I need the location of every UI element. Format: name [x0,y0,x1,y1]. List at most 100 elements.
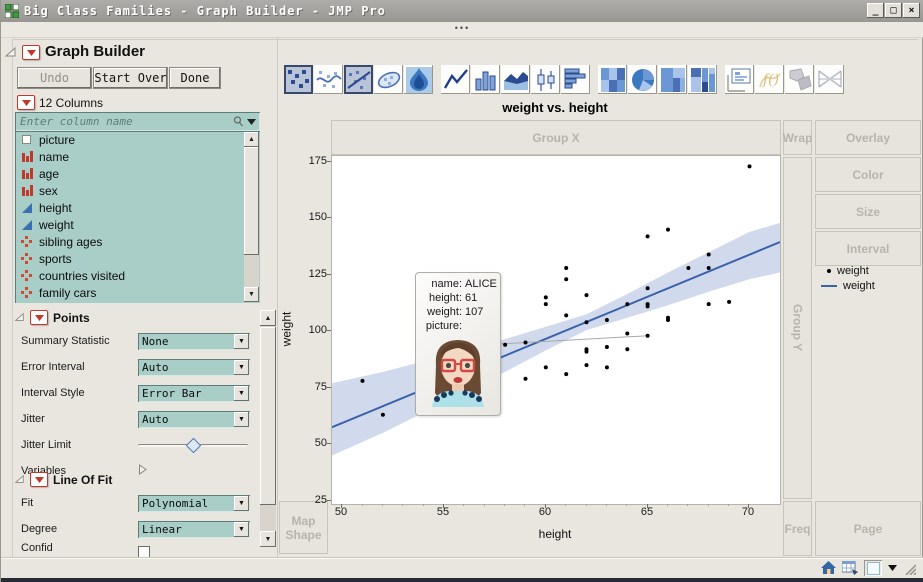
drop-zone-color[interactable]: Color [815,157,921,192]
data-point[interactable] [645,304,650,309]
data-point[interactable] [564,313,569,318]
combo-dropdown-icon[interactable]: ▼ [234,359,249,375]
box-plot-element-icon[interactable] [531,65,560,94]
degree-select[interactable]: Linear ▼ [138,520,250,538]
drop-zone-group-y[interactable]: Group Y [783,157,812,499]
histogram-element-icon[interactable] [561,65,590,94]
line-element-icon[interactable] [441,65,470,94]
formula-element-icon[interactable]: f() [755,65,784,94]
variables-disclosure-icon[interactable] [138,462,147,480]
panel-scroll-down-icon[interactable]: ▼ [260,531,276,547]
column-scroll-thumb[interactable] [244,147,259,255]
fit-disclosure-icon[interactable] [14,474,25,485]
drop-zone-page[interactable]: Page [815,501,921,556]
data-point[interactable] [706,252,711,257]
combo-dropdown-icon[interactable]: ▼ [234,495,249,511]
data-point[interactable] [604,365,609,370]
data-point[interactable] [584,363,589,368]
data-point[interactable] [584,320,589,325]
panel-scroll-thumb[interactable] [260,327,276,505]
combo-dropdown-icon[interactable]: ▼ [234,521,249,537]
area-element-icon[interactable] [501,65,530,94]
data-point[interactable] [584,349,589,354]
column-item-picture[interactable]: picture [15,131,260,148]
column-item-countries-visited[interactable]: countries visited [15,267,260,284]
drop-zone-map-shape[interactable]: Map Shape [279,501,328,554]
data-point[interactable] [543,365,548,370]
column-list[interactable]: picture name age sex height weight sibling age… [15,131,260,303]
data-point[interactable] [727,299,732,304]
report-disclosure-icon[interactable] [4,46,17,59]
line-of-fit-menu-button[interactable] [30,472,48,487]
data-point[interactable] [604,345,609,349]
column-search-input[interactable]: Enter column name [15,115,233,128]
column-item-family-cars[interactable]: family cars [15,284,260,301]
data-point[interactable] [666,227,670,232]
plot-area[interactable] [331,155,781,505]
data-point[interactable] [503,342,508,347]
data-point[interactable] [523,340,528,345]
smoother-element-icon[interactable] [314,65,343,94]
done-button[interactable]: Done [170,68,220,88]
maximize-button[interactable]: □ [885,3,902,18]
data-point[interactable] [604,318,609,322]
line-of-fit-element-icon[interactable] [344,65,373,94]
heatmap-element-icon[interactable] [598,65,627,94]
graph-builder-menu-button[interactable] [22,45,40,60]
undo-button[interactable]: Undo [18,68,91,88]
scroll-down-icon[interactable]: ▼ [244,287,259,302]
column-item-name[interactable]: name [15,148,260,165]
error-interval-select[interactable]: Auto ▼ [138,358,250,376]
fit-select[interactable]: Polynomial ▼ [138,494,250,512]
confidence-checkbox[interactable] [138,546,150,557]
data-point[interactable] [645,333,650,338]
close-button[interactable]: × [903,3,920,18]
drop-zone-overlay[interactable]: Overlay [815,120,921,155]
jitter-limit-slider[interactable] [138,437,248,454]
data-point[interactable] [380,412,385,417]
column-item-age[interactable]: age [15,165,260,182]
toolbar-grip[interactable]: ••• [1,22,923,38]
pie-element-icon[interactable] [628,65,657,94]
mosaic-element-icon[interactable] [688,65,717,94]
panel-scroll-up-icon[interactable]: ▲ [260,310,276,326]
data-point[interactable] [666,318,670,322]
ellipse-element-icon[interactable] [374,65,403,94]
columns-menu-button[interactable] [17,95,35,110]
drop-zone-group-x[interactable]: Group X [331,120,781,155]
column-search-box[interactable]: Enter column name [15,112,260,131]
data-point[interactable] [564,277,569,282]
drop-zone-interval[interactable]: Interval [815,231,921,266]
scroll-up-icon[interactable]: ▲ [244,132,259,147]
column-item-height[interactable]: height [15,199,260,216]
data-point[interactable] [564,266,569,270]
search-dropdown-icon[interactable] [247,118,256,125]
data-point[interactable] [645,234,650,239]
column-item-weight[interactable]: weight [15,216,260,233]
data-point[interactable] [706,266,711,270]
window-titlebar[interactable]: Big Class Families - Graph Builder - JMP… [1,0,923,22]
color-well[interactable] [864,560,882,576]
combo-dropdown-icon[interactable]: ▼ [234,333,249,349]
data-point[interactable] [584,293,589,298]
data-point[interactable] [564,372,569,377]
points-disclosure-icon[interactable] [14,312,25,323]
interval-style-select[interactable]: Error Bar ▼ [138,384,250,402]
column-item-sports[interactable]: sports [15,250,260,267]
data-point[interactable] [625,331,630,336]
summary-statistic-select[interactable]: None ▼ [138,332,250,350]
data-point[interactable] [543,295,548,300]
points-menu-button[interactable] [30,310,48,325]
data-point[interactable] [625,302,630,307]
parallel-plot-element-icon[interactable] [815,65,844,94]
map-shape-element-icon[interactable] [785,65,814,94]
jitter-select[interactable]: Auto ▼ [138,410,250,428]
data-table-icon[interactable] [842,561,858,575]
column-item-sibling-ages[interactable]: sibling ages [15,233,260,250]
data-point[interactable] [523,376,528,381]
drop-zone-size[interactable]: Size [815,194,921,229]
combo-dropdown-icon[interactable]: ▼ [234,385,249,401]
slider-thumb[interactable] [185,437,202,454]
data-point[interactable] [645,286,650,291]
resize-grip[interactable] [903,562,916,575]
